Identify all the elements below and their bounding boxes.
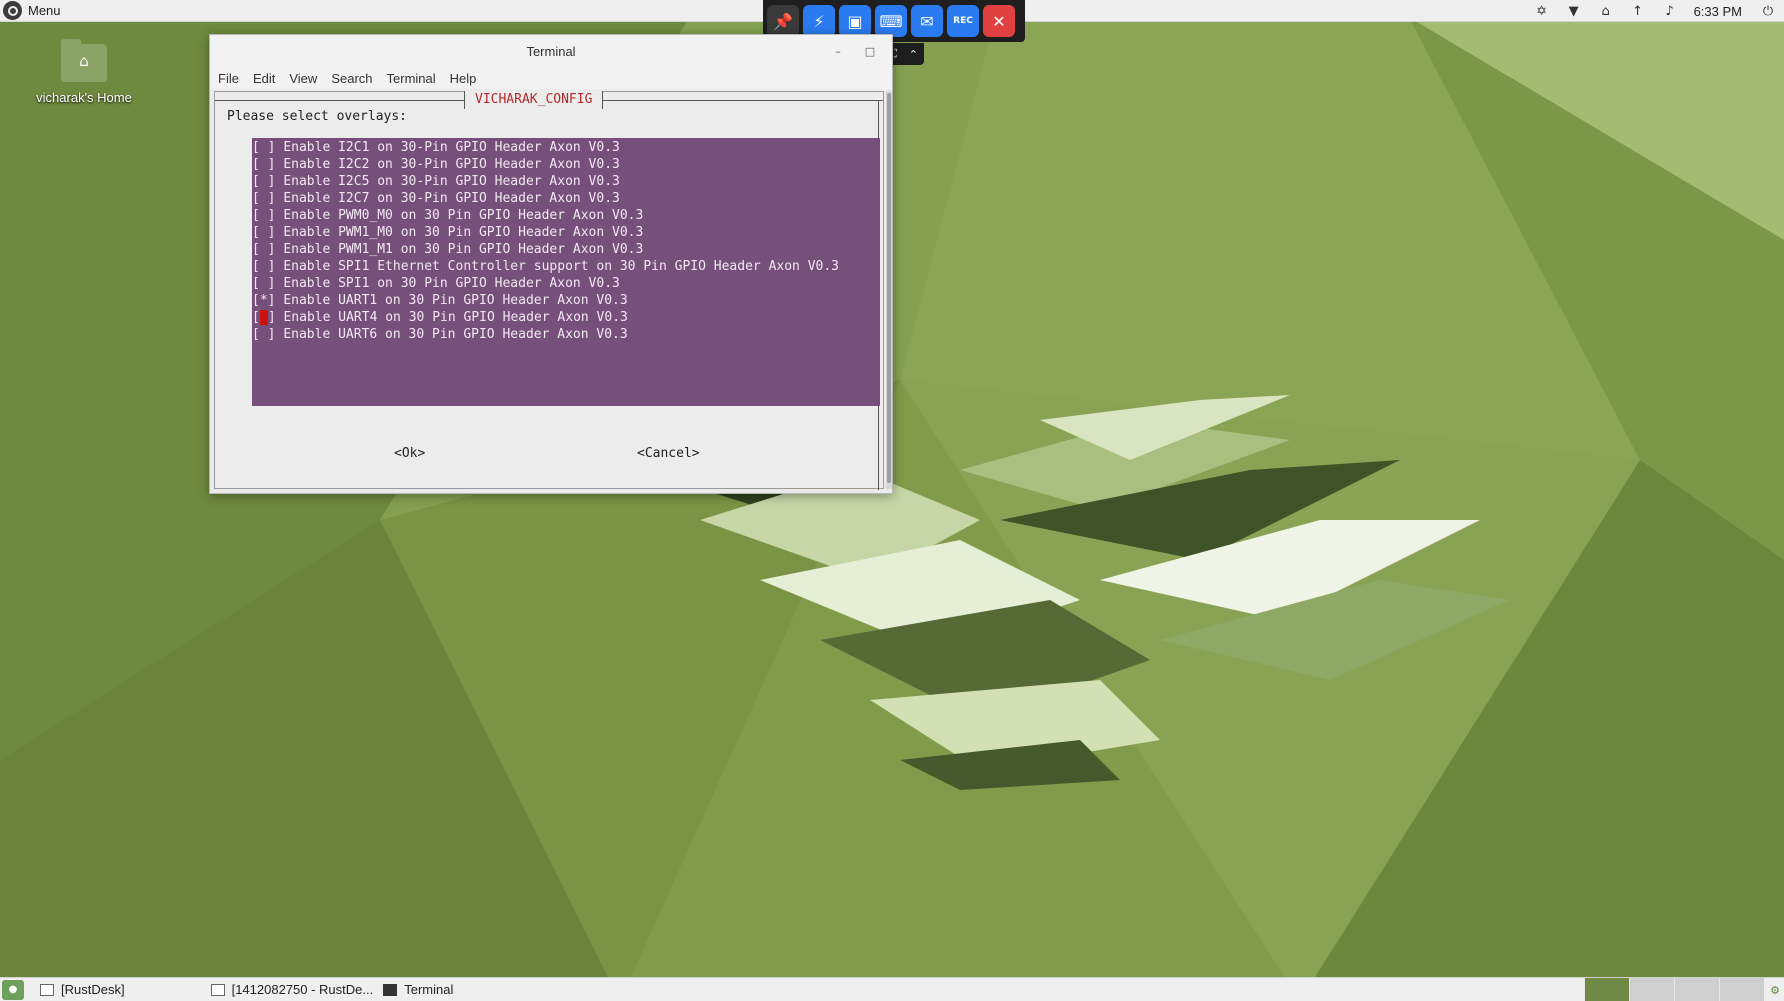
taskbar-item-label: [RustDesk] <box>61 982 125 997</box>
lightning-icon[interactable]: ⚡ <box>803 5 835 37</box>
pin-icon[interactable]: 📌 <box>767 5 799 37</box>
cancel-button[interactable]: <Cancel> <box>637 446 700 461</box>
home-folder-desktop-icon[interactable]: ⌂ vicharak's Home <box>22 39 146 105</box>
system-tray: ✡ ▼ ⌂ ↑ ♪ 6:33 PM ⏻ <box>1526 0 1784 22</box>
close-icon[interactable]: ✕ <box>983 5 1015 37</box>
checklist-row[interactable]: [*] Enable UART1 on 30 Pin GPIO Header A… <box>252 292 880 309</box>
menu-file[interactable]: File <box>218 71 239 86</box>
rec-label: REC <box>953 16 973 26</box>
checkbox[interactable]: [ ] <box>252 190 275 207</box>
notification-icon[interactable]: ⌂ <box>1595 0 1617 22</box>
volume-icon[interactable]: ♪ <box>1659 0 1681 22</box>
checkbox[interactable]: [ ] <box>252 258 275 275</box>
checklist-row[interactable]: [ ] Enable I2C2 on 30-Pin GPIO Header Ax… <box>252 156 880 173</box>
workspace-2[interactable] <box>1629 978 1674 1001</box>
record-icon[interactable]: REC <box>947 5 979 37</box>
checklist-row[interactable]: [ ] Enable PWM1_M1 on 30 Pin GPIO Header… <box>252 241 880 258</box>
menu-view[interactable]: View <box>289 71 317 86</box>
show-desktop-icon[interactable]: ● <box>2 979 24 1000</box>
scrollbar[interactable] <box>886 91 892 489</box>
workspace-4[interactable] <box>1719 978 1764 1001</box>
checklist-row[interactable]: [ ] Enable SPI1 on 30 Pin GPIO Header Ax… <box>252 275 880 292</box>
text-cursor <box>259 310 268 325</box>
checklist-label: Enable SPI1 Ethernet Controller support … <box>283 259 840 274</box>
menu-terminal[interactable]: Terminal <box>387 71 436 86</box>
checklist-label: Enable PWM1_M0 on 30 Pin GPIO Header Axo… <box>283 225 644 240</box>
bluetooth-icon[interactable]: ✡ <box>1531 0 1553 22</box>
chevron-up-icon[interactable]: ⌃ <box>909 48 918 61</box>
folder-icon: ⌂ <box>61 39 107 82</box>
checklist-label: Enable I2C7 on 30-Pin GPIO Header Axon V… <box>283 191 620 206</box>
bottom-panel: ● [RustDesk] [1412082750 - RustDe... Ter… <box>0 977 1784 1001</box>
update-icon[interactable]: ↑ <box>1627 0 1649 22</box>
checkbox[interactable]: [ ] <box>252 241 275 258</box>
checklist-label: Enable UART4 on 30 Pin GPIO Header Axon … <box>283 310 628 325</box>
checklist-row[interactable]: [ ] Enable I2C7 on 30-Pin GPIO Header Ax… <box>252 190 880 207</box>
checklist-label: Enable I2C5 on 30-Pin GPIO Header Axon V… <box>283 174 620 189</box>
window-icon <box>210 983 225 996</box>
menu-label: Menu <box>28 3 61 18</box>
dialog-prompt: Please select overlays: <box>227 109 408 124</box>
power-icon[interactable]: ⏻ <box>1757 0 1779 22</box>
checkbox[interactable]: [] <box>252 309 276 326</box>
maximize-icon[interactable]: □ <box>860 41 880 61</box>
checkbox[interactable]: [ ] <box>252 207 275 224</box>
minimize-icon[interactable]: – <box>828 41 848 61</box>
taskbar-item-label: Terminal <box>404 982 454 997</box>
workspace-switcher <box>1584 978 1764 1001</box>
taskbar-item-rustdesk-session[interactable]: [1412082750 - RustDe... <box>210 978 374 1001</box>
window-title: Terminal <box>526 43 576 59</box>
checklist-row[interactable]: [] Enable UART4 on 30 Pin GPIO Header Ax… <box>252 309 880 326</box>
workspace-3[interactable] <box>1674 978 1719 1001</box>
checklist-label: Enable UART6 on 30 Pin GPIO Header Axon … <box>283 327 628 342</box>
checklist-label: Enable UART1 on 30 Pin GPIO Header Axon … <box>283 293 628 308</box>
clock[interactable]: 6:33 PM <box>1694 4 1742 19</box>
terminal-window: Terminal – □ File Edit View Search Termi… <box>209 34 893 494</box>
window-icon <box>40 983 54 996</box>
checkbox[interactable]: [ ] <box>252 139 275 156</box>
checklist-label: Enable I2C1 on 30-Pin GPIO Header Axon V… <box>283 140 620 155</box>
terminal-content[interactable]: VICHARAK_CONFIG Please select overlays: … <box>214 91 884 490</box>
taskbar-item-label: [1412082750 - RustDe... <box>231 982 374 997</box>
menu-edit[interactable]: Edit <box>253 71 275 86</box>
keyboard-icon[interactable]: ⌨ <box>875 5 907 37</box>
checklist-label: Enable SPI1 on 30 Pin GPIO Header Axon V… <box>283 276 620 291</box>
checkbox[interactable]: [ ] <box>252 156 275 173</box>
terminal-menubar: File Edit View Search Terminal Help <box>210 67 892 89</box>
checklist-label: Enable PWM0_M0 on 30 Pin GPIO Header Axo… <box>283 208 644 223</box>
wifi-icon[interactable]: ▼ <box>1563 0 1585 22</box>
menu-button[interactable]: Menu <box>0 0 67 22</box>
checklist-row[interactable]: [ ] Enable I2C1 on 30-Pin GPIO Header Ax… <box>252 139 880 156</box>
home-icon: ⌂ <box>79 52 89 70</box>
taskbar-item-terminal[interactable]: Terminal <box>383 978 453 1001</box>
monitor-icon[interactable]: ▣ <box>839 5 871 37</box>
checkbox[interactable]: [ ] <box>252 224 275 241</box>
checkbox[interactable]: [ ] <box>252 326 275 343</box>
dialog-title: VICHARAK_CONFIG <box>464 91 604 109</box>
checkbox[interactable]: [ ] <box>252 173 275 190</box>
menu-help[interactable]: Help <box>450 71 477 86</box>
checkbox-checked[interactable]: [*] <box>252 292 275 309</box>
checklist-row[interactable]: [ ] Enable UART6 on 30 Pin GPIO Header A… <box>252 326 880 343</box>
taskbar-item-rustdesk[interactable]: [RustDesk] <box>40 978 125 1001</box>
home-folder-label: vicharak's Home <box>36 90 132 105</box>
checkbox[interactable]: [ ] <box>252 275 275 292</box>
menu-search[interactable]: Search <box>331 71 372 86</box>
terminal-icon <box>383 983 398 996</box>
checklist-label: Enable I2C2 on 30-Pin GPIO Header Axon V… <box>283 157 620 172</box>
ok-button[interactable]: <Ok> <box>394 446 425 461</box>
checklist-row[interactable]: [ ] Enable PWM1_M0 on 30 Pin GPIO Header… <box>252 224 880 241</box>
checklist-row[interactable]: [ ] Enable SPI1 Ethernet Controller supp… <box>252 258 880 275</box>
workspace-1[interactable] <box>1584 978 1629 1001</box>
mint-logo-icon <box>3 1 22 20</box>
checklist-label: Enable PWM1_M1 on 30 Pin GPIO Header Axo… <box>283 242 644 257</box>
chat-icon[interactable]: ✉ <box>911 5 943 37</box>
checklist-row[interactable]: [ ] Enable I2C5 on 30-Pin GPIO Header Ax… <box>252 173 880 190</box>
titlebar[interactable]: Terminal – □ <box>210 35 892 67</box>
scroll-thumb[interactable] <box>887 93 891 483</box>
settings-icon[interactable]: ⚙ <box>1766 980 1784 1000</box>
overlay-checklist: [ ] Enable I2C1 on 30-Pin GPIO Header Ax… <box>252 138 880 406</box>
checklist-row[interactable]: [ ] Enable PWM0_M0 on 30 Pin GPIO Header… <box>252 207 880 224</box>
